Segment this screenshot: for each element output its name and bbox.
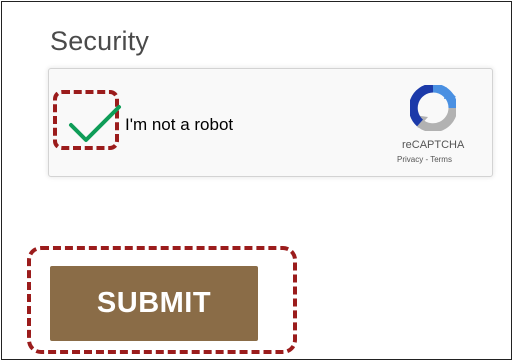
recaptcha-logo-icon <box>410 85 456 131</box>
checkmark-icon[interactable] <box>68 104 122 144</box>
recaptcha-brand-text: reCAPTCHA <box>402 139 465 151</box>
section-title: Security <box>50 26 150 56</box>
recaptcha-label: I'm not a robot <box>125 115 234 134</box>
submit-button[interactable]: SUBMIT <box>50 266 258 341</box>
recaptcha-privacy-terms-link[interactable]: Privacy - Terms <box>397 155 493 164</box>
